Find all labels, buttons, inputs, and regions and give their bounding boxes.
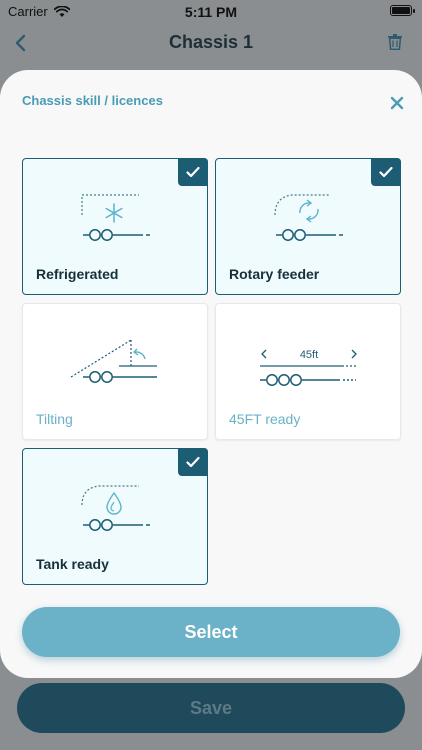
card-label: Rotary feeder [229,266,320,282]
rotary-feeder-icon [274,194,343,241]
page-title: Chassis 1 [168,32,254,52]
card-label: Tank ready [36,556,109,572]
battery-icon [390,5,415,16]
card-label: Refrigerated [36,266,119,282]
check-icon [178,448,208,476]
select-button[interactable]: Select [22,607,400,657]
trash-icon[interactable] [388,34,402,50]
card-tank-ready[interactable]: Tank ready [22,448,208,585]
status-bar: Carrier 5:11 PM [0,0,422,24]
card-rotary-feeder[interactable]: Rotary feeder [215,158,401,295]
card-refrigerated[interactable]: Refrigerated [22,158,208,295]
tilting-icon [70,339,157,383]
card-label: Tilting [36,411,73,427]
tank-icon [81,485,150,531]
save-button[interactable]: Save [17,683,405,733]
check-icon [178,158,208,186]
close-icon[interactable] [390,96,404,110]
45ft-icon: 45ft [260,349,357,386]
card-tilting[interactable]: Tilting [22,303,208,440]
sheet-title: Chassis skill / licences [22,93,163,108]
status-time: 5:11 PM [184,4,238,20]
card-label: 45FT ready [229,411,301,427]
skills-sheet: Chassis skill / licences Refrigerated Ro… [0,70,422,678]
45ft-text: 45ft [300,349,318,361]
check-icon [371,158,401,186]
card-45ft-ready[interactable]: 45ft 45FT ready [215,303,401,440]
nav-bar: Chassis 1 [0,28,422,60]
refrigerated-icon [81,194,150,241]
